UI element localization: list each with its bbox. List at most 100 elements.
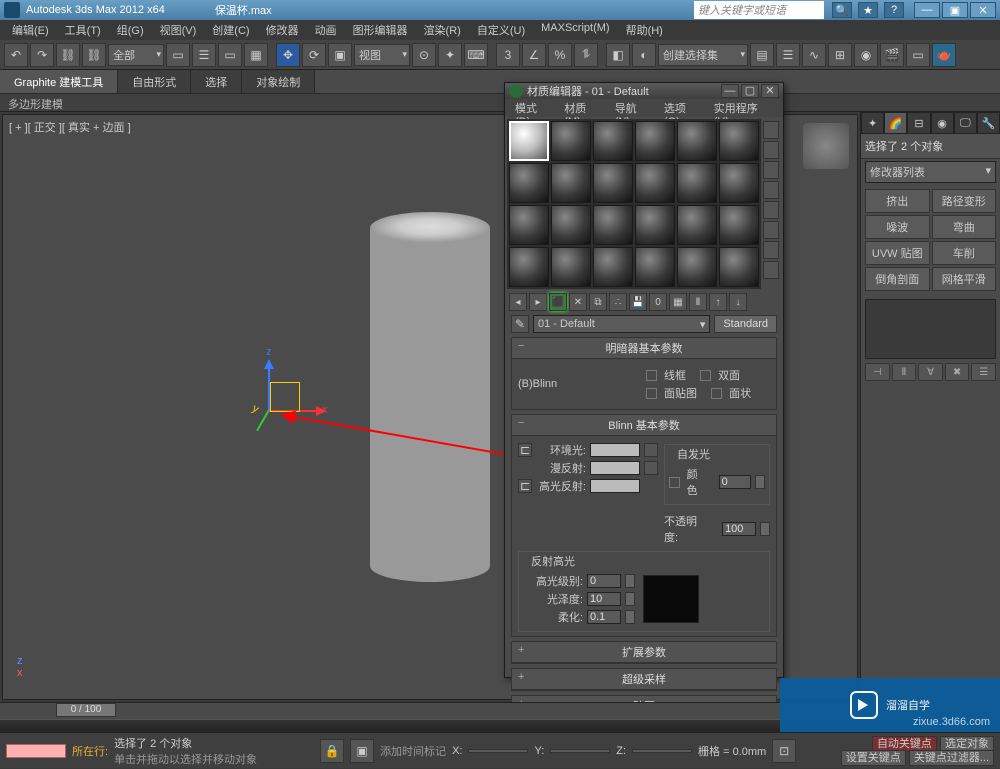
mirror-button[interactable]: ◐ xyxy=(632,43,656,67)
menu-edit[interactable]: 编辑(E) xyxy=(4,20,57,40)
show-in-viewport-icon[interactable]: ▦ xyxy=(669,293,687,311)
schematic-button[interactable]: ⊞ xyxy=(828,43,852,67)
specular-swatch[interactable] xyxy=(590,479,640,493)
tab-graphite[interactable]: Graphite 建模工具 xyxy=(0,70,118,93)
put-to-scene-icon[interactable]: ▸ xyxy=(529,293,547,311)
mat-menu-material[interactable]: 材质(M) xyxy=(558,99,608,117)
select-by-mat-icon[interactable] xyxy=(763,261,779,279)
set-key-button[interactable]: 设置关键点 xyxy=(841,750,906,766)
menu-views[interactable]: 视图(V) xyxy=(152,20,205,40)
select-region-button[interactable]: ▭ xyxy=(218,43,242,67)
material-slot[interactable] xyxy=(635,163,675,203)
material-slot[interactable] xyxy=(677,163,717,203)
link-button[interactable]: ⛓ xyxy=(56,43,80,67)
tab-hierarchy-icon[interactable]: ⊟ xyxy=(907,112,930,134)
make-preview-icon[interactable] xyxy=(763,221,779,239)
specular-level-spinner[interactable]: 0 xyxy=(587,574,621,588)
assign-to-selection-icon[interactable]: ⬛ xyxy=(549,293,567,311)
material-slot[interactable] xyxy=(635,205,675,245)
background-icon[interactable] xyxy=(763,161,779,179)
render-frame-button[interactable]: ▭ xyxy=(906,43,930,67)
material-slot[interactable] xyxy=(509,121,549,161)
video-check-icon[interactable] xyxy=(763,201,779,219)
modifier-list-dropdown[interactable]: 修改器列表 xyxy=(865,161,996,183)
percent-snap-button[interactable]: % xyxy=(548,43,572,67)
material-editor-window[interactable]: 材质编辑器 - 01 - Default — ▢ ✕ 模式(D) 材质(M) 导… xyxy=(504,82,784,678)
menu-group[interactable]: 组(G) xyxy=(109,20,152,40)
maximize-button[interactable]: ▣ xyxy=(942,2,968,18)
menu-help[interactable]: 帮助(H) xyxy=(618,20,671,40)
pin-stack-icon[interactable]: ⊣ xyxy=(865,363,890,381)
material-editor-titlebar[interactable]: 材质编辑器 - 01 - Default — ▢ ✕ xyxy=(505,83,783,99)
render-setup-button[interactable]: 🎬 xyxy=(880,43,904,67)
sample-type-icon[interactable] xyxy=(763,121,779,139)
mat-maximize-button[interactable]: ▢ xyxy=(741,84,759,98)
minimize-button[interactable]: — xyxy=(914,2,940,18)
status-add-tag[interactable]: 添加时间标记 xyxy=(380,743,446,759)
get-material-icon[interactable]: ◂ xyxy=(509,293,527,311)
ambient-lock-icon[interactable]: ⊏ xyxy=(518,443,532,457)
make-unique-icon[interactable]: ∴ xyxy=(609,293,627,311)
mat-menu-nav[interactable]: 导航(N) xyxy=(609,99,658,117)
spinner-buttons[interactable] xyxy=(760,522,770,536)
star-icon[interactable]: ★ xyxy=(858,2,878,18)
material-slot[interactable] xyxy=(719,205,759,245)
diffuse-swatch[interactable] xyxy=(590,461,640,475)
spinner-snap-button[interactable]: ⥮ xyxy=(574,43,598,67)
mat-menu-options[interactable]: 选项(O) xyxy=(658,99,708,117)
material-slot[interactable] xyxy=(551,163,591,203)
sample-uv-icon[interactable] xyxy=(763,181,779,199)
scale-button[interactable]: ▣ xyxy=(328,43,352,67)
manip-button[interactable]: ✦ xyxy=(438,43,462,67)
material-slot[interactable] xyxy=(551,205,591,245)
material-slot[interactable] xyxy=(509,163,549,203)
options-icon[interactable] xyxy=(763,241,779,259)
window-crossing-button[interactable]: ▦ xyxy=(244,43,268,67)
named-selection-dropdown[interactable]: 创建选择集 xyxy=(658,44,748,66)
facemap-checkbox[interactable] xyxy=(646,388,657,399)
backlight-icon[interactable] xyxy=(763,141,779,159)
mat-menu-utilities[interactable]: 实用程序(U) xyxy=(708,99,779,117)
ambient-swatch[interactable] xyxy=(590,443,640,457)
material-slot[interactable] xyxy=(551,121,591,161)
material-editor-button[interactable]: ◉ xyxy=(854,43,878,67)
snap-button[interactable]: 3 xyxy=(496,43,520,67)
material-slot[interactable] xyxy=(677,205,717,245)
mod-uvwmap[interactable]: UVW 贴图 xyxy=(865,241,930,265)
show-end-result-icon[interactable]: Ⅱ xyxy=(689,293,707,311)
ref-coord-dropdown[interactable]: 视图 xyxy=(354,44,410,66)
spinner-buttons[interactable] xyxy=(625,592,635,606)
material-slot[interactable] xyxy=(509,247,549,287)
material-slot[interactable] xyxy=(677,121,717,161)
help-search-input[interactable]: 键入关键字或短语 xyxy=(694,1,824,19)
spinner-buttons[interactable] xyxy=(625,574,635,588)
material-slot[interactable] xyxy=(719,163,759,203)
transform-x-input[interactable] xyxy=(468,749,528,753)
tab-utilities-icon[interactable]: 🔧 xyxy=(977,112,1000,134)
material-id-icon[interactable]: 0 xyxy=(649,293,667,311)
material-slot[interactable] xyxy=(677,247,717,287)
modifier-stack[interactable] xyxy=(865,299,996,359)
mod-extrude[interactable]: 挤出 xyxy=(865,189,930,213)
remove-mod-icon[interactable]: ✖ xyxy=(945,363,970,381)
time-slider-knob[interactable]: 0 / 100 xyxy=(56,703,116,717)
undo-button[interactable]: ↶ xyxy=(4,43,28,67)
specular-lock-icon[interactable]: ⊏ xyxy=(518,479,532,493)
close-button[interactable]: ✕ xyxy=(970,2,996,18)
mod-noise[interactable]: 噪波 xyxy=(865,215,930,239)
mod-pathdeform[interactable]: 路径变形 xyxy=(932,189,997,213)
tab-create-icon[interactable]: ✦ xyxy=(861,112,884,134)
show-result-icon[interactable]: Ⅱ xyxy=(892,363,917,381)
menu-rendering[interactable]: 渲染(R) xyxy=(416,20,469,40)
transform-z-input[interactable] xyxy=(632,749,692,753)
put-to-library-icon[interactable]: 💾 xyxy=(629,293,647,311)
viewcube[interactable] xyxy=(803,123,849,169)
diffuse-map-button[interactable] xyxy=(644,461,658,475)
self-illum-checkbox[interactable] xyxy=(669,477,680,488)
tab-selection[interactable]: 选择 xyxy=(191,70,242,93)
material-type-button[interactable]: Standard xyxy=(714,315,777,333)
tab-freeform[interactable]: 自由形式 xyxy=(118,70,191,93)
rollout-blinn-basic[interactable]: Blinn 基本参数 xyxy=(512,415,776,436)
help-icon[interactable]: ? xyxy=(884,2,904,18)
pivot-button[interactable]: ⊙ xyxy=(412,43,436,67)
